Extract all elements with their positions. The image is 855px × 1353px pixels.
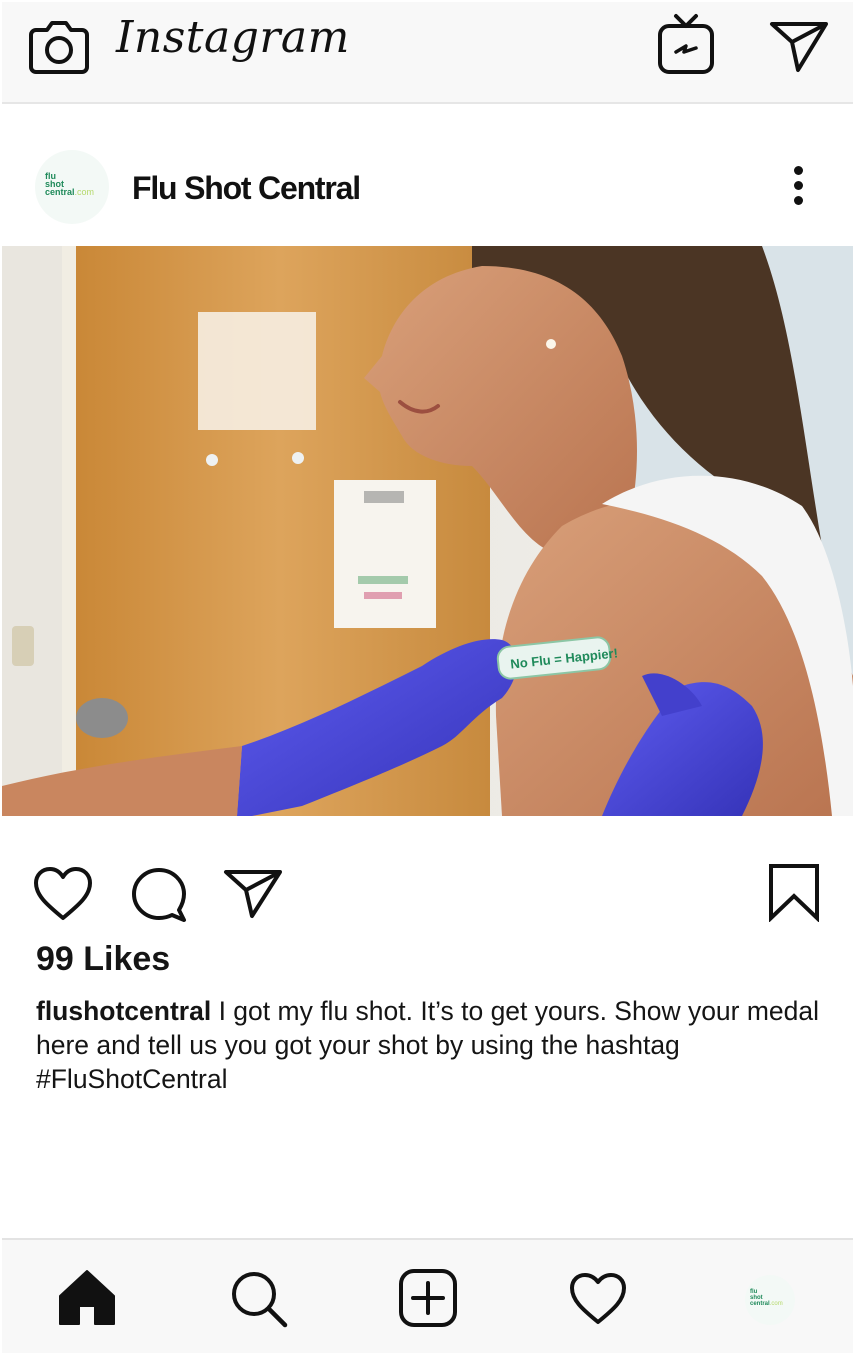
photo-illustration: No Flu = Happier! (2, 246, 853, 816)
direct-message-icon[interactable] (768, 18, 830, 74)
account-avatar[interactable]: flu shot central.com (35, 150, 109, 224)
comment-icon[interactable] (130, 866, 188, 922)
account-name[interactable]: Flu Shot Central (132, 170, 361, 207)
avatar-logo-suffix: .com (769, 1301, 783, 1307)
avatar-logo: flu shot central.com (750, 1289, 783, 1307)
top-bar: Instagram (2, 2, 853, 104)
post-actions (0, 860, 855, 924)
instagram-logo: Instagram (116, 12, 350, 63)
share-icon[interactable] (222, 868, 284, 920)
bookmark-icon[interactable] (766, 862, 822, 922)
bottom-nav: flu shot central.com (2, 1238, 853, 1353)
avatar-logo-line: central (750, 1301, 770, 1307)
profile-avatar[interactable]: flu shot central.com (745, 1275, 795, 1325)
more-options-icon[interactable] (786, 164, 810, 208)
home-icon[interactable] (57, 1268, 117, 1326)
post-photo[interactable]: No Flu = Happier! (2, 246, 853, 816)
likes-count[interactable]: 99 Likes (36, 940, 170, 979)
avatar-logo: flu shot central.com (45, 172, 95, 197)
caption-handle[interactable]: flushotcentral (36, 996, 211, 1026)
post-header: flu shot central.com Flu Shot Central (2, 150, 853, 226)
add-post-icon[interactable] (398, 1268, 458, 1328)
activity-heart-icon[interactable] (568, 1272, 628, 1326)
like-heart-icon[interactable] (32, 866, 94, 922)
avatar-logo-line: central (45, 187, 75, 197)
search-icon[interactable] (228, 1268, 290, 1330)
igtv-icon[interactable] (656, 12, 716, 76)
avatar-logo-suffix: .com (74, 187, 95, 197)
post-caption: flushotcentral I got my flu shot. It’s t… (36, 994, 826, 1096)
camera-icon[interactable] (28, 18, 90, 76)
